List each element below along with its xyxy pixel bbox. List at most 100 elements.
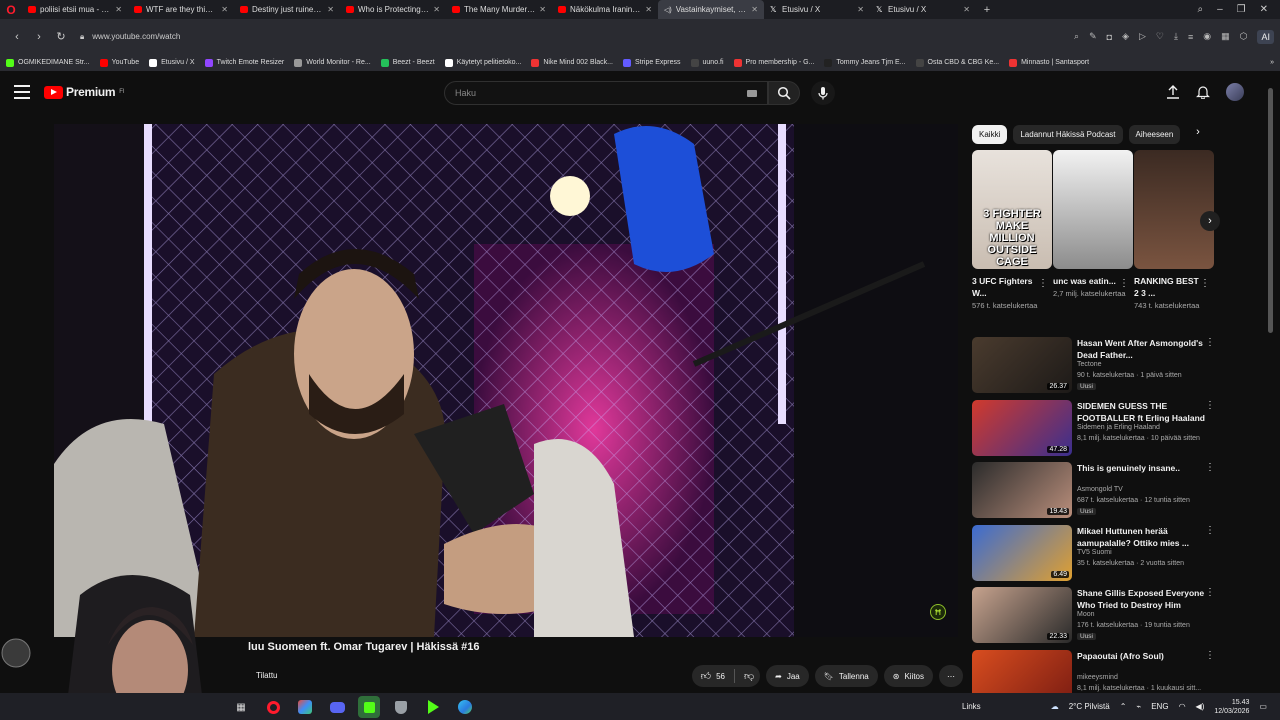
close-tab-icon[interactable]: ✕ — [433, 5, 440, 14]
recommended-video[interactable]: 19.43 This is genuinely insane.. Asmongold… — [972, 462, 1220, 520]
network-icon[interactable]: ⌁ — [1136, 702, 1141, 711]
more-options-icon[interactable]: ⋮ — [1200, 278, 1210, 289]
video-thumbnail[interactable]: 26.37 — [972, 337, 1072, 393]
bookmark-item[interactable]: Osta CBD & CBG Ke... — [915, 58, 999, 67]
filter-chip[interactable]: Kaikki — [972, 124, 1008, 144]
subscribed-button[interactable]: Tilattu — [248, 665, 286, 686]
edit-icon[interactable]: ✎ — [1089, 31, 1097, 42]
search-tabs-icon[interactable]: ⌕ — [1197, 4, 1203, 15]
close-tab-icon[interactable]: ✕ — [115, 5, 122, 14]
recommended-video[interactable]: 22.33 Shane Gillis Exposed Everyone Who T… — [972, 587, 1220, 645]
edge-icon[interactable] — [454, 696, 476, 718]
obs-app-icon[interactable] — [358, 696, 380, 718]
play-icon[interactable]: ▷ — [1139, 31, 1146, 42]
thanks-button[interactable]: ⊛ Kiitos — [883, 665, 933, 687]
bookmark-item[interactable]: Käytetyt pelitietoko... — [444, 58, 521, 67]
search-button[interactable] — [768, 81, 800, 105]
browser-tab[interactable]: Näkökulma Iranin tapaht✕ — [552, 0, 658, 19]
opera-taskbar-icon[interactable] — [262, 696, 284, 718]
more-options-icon[interactable]: ⋮ — [1038, 278, 1048, 289]
channel-name[interactable]: Moon — [1077, 611, 1095, 618]
close-tab-icon[interactable]: ✕ — [857, 5, 864, 14]
camera-icon[interactable]: ◘ — [1107, 32, 1112, 42]
short-thumbnail[interactable]: 3 FIGHTER MAKE MILLION OUTSIDE CAGE — [972, 150, 1052, 269]
links-label[interactable]: Links — [962, 702, 981, 711]
video-thumbnail[interactable]: 47.28 — [972, 399, 1072, 456]
teams-icon[interactable] — [294, 696, 316, 718]
ai-button[interactable]: AI — [1257, 29, 1274, 44]
avatar[interactable] — [1226, 83, 1244, 101]
bookmark-item[interactable]: OGMIKEDIMANE Str... — [6, 58, 90, 67]
save-button[interactable]: 🔖︎ Tallenna — [814, 665, 878, 687]
short-card[interactable]: unc was eatin... 2,7 milj. katselukertaa ⋮ — [1053, 150, 1133, 298]
youtube-premium-logo[interactable]: Premium FI — [44, 85, 125, 99]
browser-tab[interactable]: 𝕏 Etusivu / X ✕ — [870, 0, 976, 19]
wifi-icon[interactable]: ◠ — [1179, 702, 1186, 711]
bookmark-item[interactable]: Stripe Express — [622, 58, 681, 67]
weather-text[interactable]: 2°C Pilvistä — [1069, 702, 1110, 711]
close-tab-icon[interactable]: ✕ — [221, 5, 228, 14]
shorts-next-button[interactable]: › — [1200, 211, 1220, 231]
notifications-bell-icon[interactable] — [1196, 85, 1210, 99]
voice-search-button[interactable] — [811, 81, 835, 105]
forward-icon[interactable]: › — [28, 31, 50, 43]
volume-icon[interactable]: ◀) — [1196, 702, 1205, 711]
more-options-icon[interactable]: ⋮ — [1205, 337, 1215, 348]
close-tab-icon[interactable]: ✕ — [963, 5, 970, 14]
recommended-video[interactable]: 6.49 Mikael Huttunen herää aamupalalle? O… — [972, 524, 1220, 583]
recommended-video[interactable]: 47.28 SIDEMEN GUESS THE FOOTBALLER ft Erl… — [972, 399, 1220, 458]
filter-chip[interactable]: Aiheeseen — [1128, 124, 1181, 144]
dislike-button[interactable]: 👎︎ — [744, 670, 754, 682]
page-scrollbar[interactable] — [1268, 88, 1273, 333]
more-options-icon[interactable]: ⋮ — [1205, 462, 1215, 473]
more-options-icon[interactable]: ⋮ — [1205, 650, 1215, 661]
browser-tab[interactable]: WTF are they thinking? - Y ✕ — [128, 0, 234, 19]
share-button[interactable]: ➦ Jaa — [766, 665, 809, 687]
channel-name[interactable]: mikeeysmind — [1077, 674, 1118, 681]
channel-name[interactable]: Tectone — [1077, 361, 1102, 368]
media-player-icon[interactable] — [422, 696, 444, 718]
heart-icon[interactable]: ♡ — [1156, 31, 1164, 42]
close-tab-icon[interactable]: ✕ — [751, 5, 758, 14]
close-tab-icon[interactable]: ✕ — [645, 5, 652, 14]
cube-icon[interactable]: ⬡ — [1240, 31, 1248, 42]
language-indicator[interactable]: ENG — [1151, 702, 1168, 711]
short-card[interactable]: 3 FIGHTER MAKE MILLION OUTSIDE CAGE 3 UFC… — [972, 150, 1052, 310]
upload-icon[interactable] — [1166, 85, 1180, 99]
profile-icon[interactable]: ◉ — [1203, 31, 1211, 42]
filter-chip[interactable]: Ladannut Häkissä Podcast — [1013, 124, 1123, 144]
clock[interactable]: 15.43 12/03/2026 — [1214, 698, 1249, 716]
tray-chevron-icon[interactable]: ⌃ — [1120, 702, 1127, 711]
browser-tab[interactable]: Destiny just ruined his ca ✕ — [234, 0, 340, 19]
close-tab-icon[interactable]: ✕ — [327, 5, 334, 14]
channel-name[interactable]: Sidemen ja Erling Haaland — [1077, 424, 1160, 431]
bookmark-item[interactable]: Twitch Emote Resizer — [204, 58, 284, 67]
reload-icon[interactable]: ↻ — [50, 30, 72, 43]
more-options-icon[interactable]: ⋮ — [1205, 587, 1215, 598]
minimize-icon[interactable]: – — [1217, 4, 1223, 15]
browser-tab[interactable]: The Many Murders of Jeff ✕ — [446, 0, 552, 19]
bookmark-item[interactable]: Nike Mind 002 Black... — [531, 58, 613, 67]
channel-watermark[interactable]: Ħ — [930, 604, 946, 620]
close-tab-icon[interactable]: ✕ — [539, 5, 546, 14]
discord-icon[interactable] — [326, 696, 348, 718]
more-options-icon[interactable]: ⋮ — [1205, 400, 1215, 411]
new-tab-icon[interactable]: + — [976, 4, 998, 16]
recommended-video[interactable]: 26.37 Hasan Went After Asmongold's Dead F… — [972, 337, 1220, 395]
download-icon[interactable]: ⤓ — [1174, 31, 1178, 42]
bookmark-item[interactable]: World Monitor - Re... — [294, 58, 371, 67]
menu-icon[interactable]: ≡ — [1188, 32, 1193, 42]
short-card[interactable]: RANKING BEST 2 3 ... 743 t. katselukertaa… — [1134, 150, 1214, 310]
video-thumbnail[interactable]: 22.33 — [972, 587, 1072, 643]
chips-next-icon[interactable]: › — [1190, 126, 1206, 138]
video-thumbnail[interactable]: 19.43 — [972, 462, 1072, 518]
browser-tab[interactable]: 𝕏 Etusivu / X ✕ — [764, 0, 870, 19]
opera-menu-icon[interactable]: O — [0, 0, 22, 19]
shield-icon[interactable]: ◈ — [1122, 31, 1129, 42]
url-field[interactable]: 🔒︎ www.youtube.com/watch — [80, 32, 180, 42]
url-text[interactable]: www.youtube.com/watch — [92, 32, 180, 41]
bookmark-item[interactable]: Beezt - Beezt — [380, 58, 435, 67]
search-page-icon[interactable]: ⌕ — [1074, 31, 1079, 42]
video-thumbnail[interactable]: 6.49 — [972, 524, 1072, 581]
channel-name[interactable]: Asmongold TV — [1077, 486, 1123, 493]
